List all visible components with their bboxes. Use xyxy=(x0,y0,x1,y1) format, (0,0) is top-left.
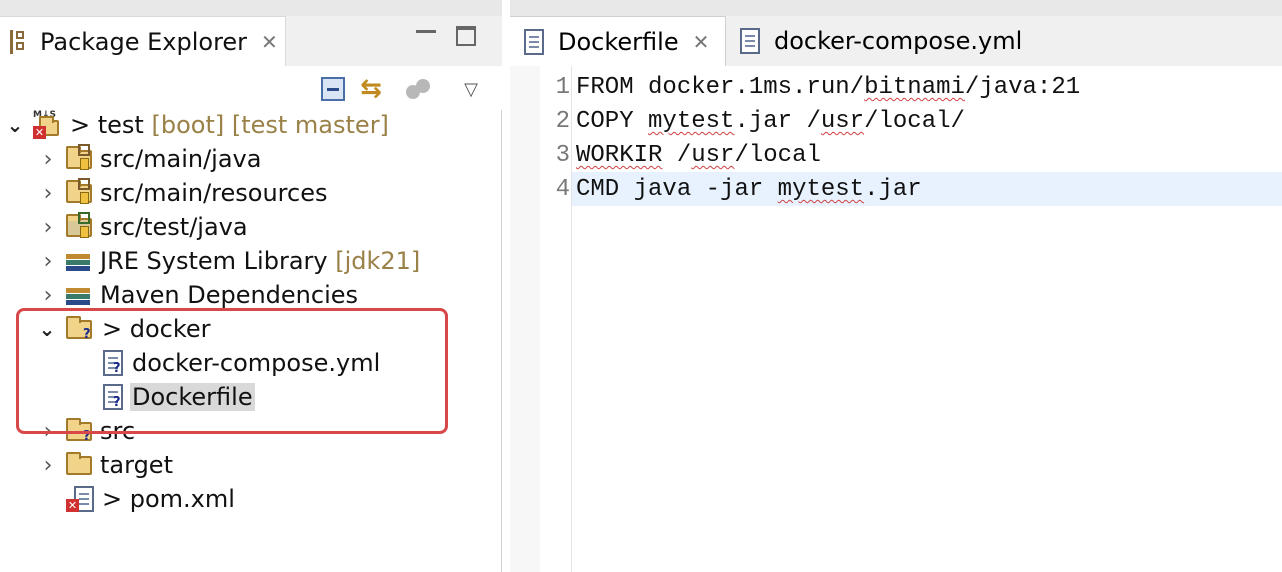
tab-bar-strip xyxy=(0,0,502,16)
chevron-right-icon[interactable]: › xyxy=(38,215,58,240)
focus-filter-button[interactable] xyxy=(404,74,434,104)
minimize-button[interactable] xyxy=(416,30,436,33)
tree-item-project[interactable]: ⌄ M↓S ✕ > test [boot] [test master] xyxy=(0,108,500,142)
tree-item-label: src xyxy=(100,417,136,445)
tree-item-jre-library[interactable]: › JRE System Library [jdk21] xyxy=(0,244,500,278)
tree-item-src-main-resources[interactable]: › src/main/resources xyxy=(0,176,500,210)
close-icon[interactable]: ✕ xyxy=(693,30,710,54)
collapse-all-icon xyxy=(321,77,345,101)
test-source-folder-icon xyxy=(66,212,94,240)
tree-item-docker-compose-file[interactable]: ? docker-compose.yml xyxy=(0,346,500,380)
file-icon xyxy=(524,28,546,55)
link-with-editor-button[interactable]: ⇆ xyxy=(356,74,386,104)
chevron-right-icon[interactable]: › xyxy=(38,181,58,206)
chevron-right-icon[interactable]: › xyxy=(38,249,58,274)
tab-docker-compose[interactable]: docker-compose.yml xyxy=(726,16,1026,66)
chevron-down-icon[interactable]: ⌄ xyxy=(37,317,57,341)
editor-tab-bar: Dockerfile ✕ docker-compose.yml xyxy=(510,0,1282,66)
close-icon[interactable]: ✕ xyxy=(261,30,278,54)
project-prefix: > xyxy=(70,111,98,139)
code-line[interactable]: COPY mytest.jar /usr/local/ xyxy=(576,108,965,135)
tab-dockerfile[interactable]: Dockerfile ✕ xyxy=(510,16,726,66)
file-icon: ? xyxy=(100,349,128,377)
overview-ruler xyxy=(510,66,540,572)
spelling-warning-word: bitnami xyxy=(864,74,965,101)
spelling-warning-word: WORKIR xyxy=(576,142,663,169)
view-tab-bar: Package Explorer ✕ xyxy=(0,0,502,66)
tree-item-label: target xyxy=(100,451,173,479)
tree-item-dockerfile[interactable]: ? Dockerfile xyxy=(0,380,500,414)
tab-package-explorer[interactable]: Package Explorer ✕ xyxy=(0,16,286,66)
view-menu-icon: ▽ xyxy=(464,78,478,100)
tree-item-label: src/main/resources xyxy=(100,179,328,207)
spelling-warning-word: usr xyxy=(691,142,735,169)
package-explorer-icon xyxy=(8,29,30,54)
spelling-warning-word: mytest xyxy=(777,176,865,203)
tree-item-label: docker-compose.yml xyxy=(132,349,381,377)
chevron-down-icon[interactable]: ⌄ xyxy=(5,113,25,137)
tree-item-docker-folder[interactable]: ⌄ ? > docker xyxy=(0,312,500,346)
tab-bar-strip xyxy=(510,0,1282,16)
file-icon: ? xyxy=(100,383,128,411)
gutter-divider xyxy=(571,66,572,572)
code-line[interactable]: FROM docker.1ms.run/bitnami/java:21 xyxy=(576,74,1080,101)
line-number: 3 xyxy=(555,142,570,169)
link-with-editor-icon: ⇆ xyxy=(360,74,382,104)
tab-label: Package Explorer xyxy=(40,27,248,56)
tree-item-maven-dependencies[interactable]: › Maven Dependencies xyxy=(0,278,500,312)
chevron-right-icon[interactable]: › xyxy=(38,419,58,444)
spelling-warning-word: mytest xyxy=(648,108,735,135)
library-icon xyxy=(66,246,94,274)
maximize-button[interactable] xyxy=(456,26,476,46)
focus-filter-icon xyxy=(406,79,432,99)
collapse-all-button[interactable] xyxy=(318,74,348,104)
folder-icon xyxy=(66,450,94,478)
source-folder-icon xyxy=(66,144,94,172)
editor-area: Dockerfile ✕ docker-compose.yml 1 2 3 4 … xyxy=(510,0,1282,572)
tree-item-label-selected: Dockerfile xyxy=(130,383,255,411)
view-menu-button[interactable]: ▽ xyxy=(456,74,486,104)
tree-item-label: src/test/java xyxy=(100,213,248,241)
code-line[interactable]: WORKIR /usr/local xyxy=(576,142,821,169)
tab-label: Dockerfile xyxy=(558,27,679,56)
source-folder-icon xyxy=(66,178,94,206)
project-decoration: [boot] [test master] xyxy=(143,111,389,139)
tree-item-src-test-java[interactable]: › src/test/java xyxy=(0,210,500,244)
library-icon xyxy=(66,280,94,308)
spelling-warning-word: usr xyxy=(820,108,865,135)
chevron-right-icon[interactable]: › xyxy=(38,453,58,478)
xml-file-icon: ✕ xyxy=(66,485,94,513)
project-name: test xyxy=(97,111,144,139)
tree-item-label: src/main/java xyxy=(100,145,262,173)
tree-item-src-folder[interactable]: › ? src xyxy=(0,414,500,448)
line-number: 2 xyxy=(555,108,570,135)
code-line[interactable]: CMD java -jar mytest.jar xyxy=(576,176,922,203)
folder-icon: ? xyxy=(66,416,94,444)
line-number: 4 xyxy=(555,176,570,203)
tab-label: docker-compose.yml xyxy=(774,27,1023,55)
tree-item-label: Maven Dependencies xyxy=(100,281,359,309)
tree-item-label: > docker xyxy=(102,315,211,343)
tree-item-label: > pom.xml xyxy=(102,485,235,513)
line-number: 1 xyxy=(555,74,570,101)
package-explorer-view: Package Explorer ✕ ⇆ ▽ ⌄ M↓S ✕ > test [b… xyxy=(0,0,502,572)
tree-item-src-main-java[interactable]: › src/main/java xyxy=(0,142,500,176)
tree-item-label: JRE System Library xyxy=(100,247,328,275)
code-editor[interactable]: 1 2 3 4 FROM docker.1ms.run/bitnami/java… xyxy=(510,66,1282,572)
maven-project-icon: M↓S ✕ xyxy=(33,110,61,139)
file-icon xyxy=(740,28,762,54)
jre-decoration: [jdk21] xyxy=(327,247,421,275)
folder-open-icon: ? xyxy=(66,314,94,342)
tree-item-pom-file[interactable]: ✕ > pom.xml xyxy=(0,482,500,516)
chevron-right-icon[interactable]: › xyxy=(38,283,58,308)
view-toolbar: ⇆ ▽ xyxy=(0,66,502,110)
tree-item-target-folder[interactable]: › target xyxy=(0,448,500,482)
chevron-right-icon[interactable]: › xyxy=(38,147,58,172)
